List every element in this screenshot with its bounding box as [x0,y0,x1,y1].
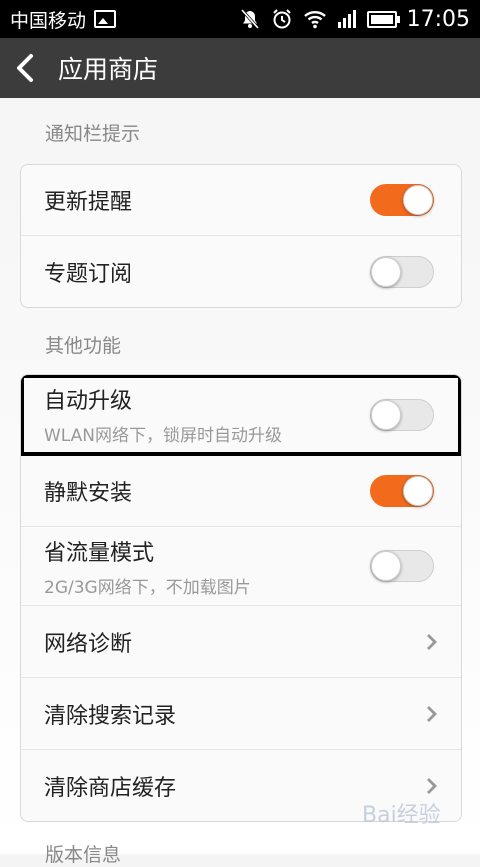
setting-row-topic-subscription[interactable]: 专题订阅 [21,236,461,307]
setting-row-auto-upgrade[interactable]: 自动升级 WLAN网络下，锁屏时自动升级 [21,375,461,456]
watermark: Bai经验 [362,803,441,828]
signal-icon [337,10,357,28]
back-arrow-icon [17,54,33,82]
topic-subscription-toggle[interactable] [370,255,434,288]
setting-row-silent-install[interactable]: 静默安装 [21,455,461,527]
setting-title: 清除商店缓存 [44,775,177,801]
image-icon [94,10,117,28]
carrier-label: 中国移动 [10,9,87,32]
back-button[interactable] [0,38,50,98]
auto-upgrade-toggle[interactable] [370,398,434,431]
clock-label: 17:05 [406,6,470,32]
alarm-icon [271,8,293,30]
data-saver-toggle[interactable] [370,550,434,582]
app-header: 应用商店 [0,38,480,98]
battery-icon [366,10,400,28]
section-label-other: 其他功能 [45,335,122,357]
setting-subtitle: WLAN网络下，锁屏时自动升级 [44,426,283,446]
chevron-right-icon [427,633,437,650]
notification-settings-card: 更新提醒 专题订阅 [20,164,462,308]
setting-title: 静默安装 [44,480,133,506]
setting-title: 专题订阅 [44,261,133,287]
setting-row-update-reminder[interactable]: 更新提醒 [21,165,461,236]
wifi-icon [303,9,327,29]
setting-title: 清除搜索记录 [44,703,177,729]
setting-row-clear-search-history[interactable]: 清除搜索记录 [21,678,461,750]
setting-title: 省流量模式 [44,540,155,566]
other-settings-card: 自动升级 WLAN网络下，锁屏时自动升级 静默安装 省流量模式 2G/3G网络下… [20,374,462,822]
chevron-right-icon [427,777,437,794]
setting-subtitle: 2G/3G网络下，不加载图片 [44,577,251,598]
section-label-notifications: 通知栏提示 [45,123,141,145]
chevron-right-icon [427,705,437,722]
setting-title: 更新提醒 [44,190,133,215]
page-title: 应用商店 [58,55,159,84]
setting-title: 自动升级 [44,389,133,414]
setting-row-network-diagnosis[interactable]: 网络诊断 [21,606,461,678]
status-bar: 中国移动 17:05 [0,0,480,38]
setting-title: 网络诊断 [44,631,133,657]
setting-row-data-saver[interactable]: 省流量模式 2G/3G网络下，不加载图片 [21,527,461,606]
mute-icon [239,8,261,30]
silent-install-toggle[interactable] [370,474,434,507]
update-reminder-toggle[interactable] [370,184,434,216]
